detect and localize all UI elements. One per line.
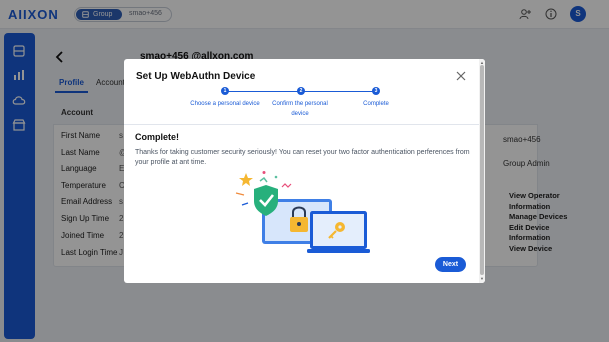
step-dot: 1 (221, 87, 229, 95)
complete-text: Thanks for taking customer security seri… (135, 149, 470, 166)
scroll-down-icon[interactable]: ▼ (480, 276, 484, 281)
modal-divider (124, 124, 479, 125)
step-connector (301, 91, 376, 92)
step-label: Complete (363, 101, 389, 107)
scroll-thumb[interactable] (480, 65, 484, 275)
step-dot: 2 (297, 87, 305, 95)
close-icon[interactable] (455, 70, 467, 82)
complete-title: Complete! (135, 132, 180, 142)
step-label: Choose a personal device (190, 101, 260, 107)
security-illustration (235, 171, 370, 253)
step-label: Confirm the personal device (272, 101, 328, 117)
modal-title: Set Up WebAuthn Device (136, 71, 256, 82)
webauthn-modal: Set Up WebAuthn Device 1 2 3 Choose a pe… (124, 59, 485, 283)
step-connector (225, 91, 300, 92)
step-dot: 3 (372, 87, 380, 95)
modal-scrollbar[interactable]: ▲ ▼ (479, 59, 485, 283)
next-button[interactable]: Next (435, 257, 466, 272)
